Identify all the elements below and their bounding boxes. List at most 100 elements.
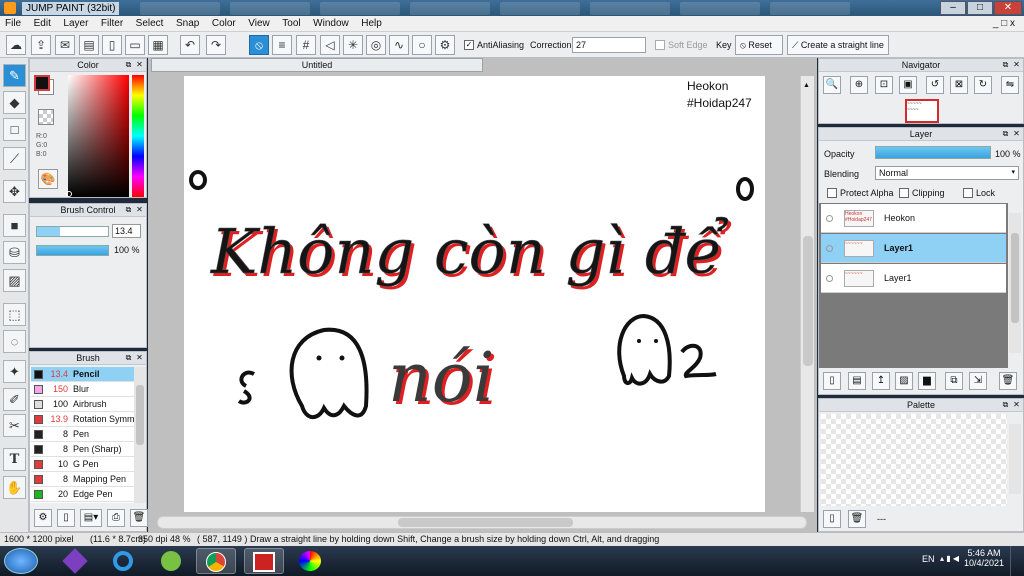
share-icon[interactable]: ⇪	[31, 35, 51, 55]
palette-scrollbar[interactable]	[1009, 424, 1021, 494]
undock-icon[interactable]: ⧉	[124, 353, 133, 362]
select-eraser-icon[interactable]: ✂	[3, 414, 26, 437]
brush-item[interactable]: 8 Pen (Sharp)	[31, 442, 134, 457]
grid-layout-icon[interactable]: ▦	[148, 35, 168, 55]
menu-tool[interactable]: Tool	[277, 16, 305, 32]
redo-icon[interactable]: ↷	[206, 35, 226, 55]
visibility-eye-icon[interactable]	[826, 275, 833, 282]
close-icon[interactable]: ✕	[135, 353, 144, 362]
rotate-right-icon[interactable]: ↻	[974, 76, 992, 94]
vertical-scroll-thumb[interactable]	[803, 236, 813, 366]
delete-brush-icon[interactable]: 🗑	[130, 509, 148, 527]
text-tool-icon[interactable]: T	[3, 448, 26, 471]
layer-scroll-thumb[interactable]	[1011, 233, 1019, 323]
folder-icon[interactable]: ▆	[918, 372, 936, 390]
scroll-up-icon[interactable]: ▲	[803, 82, 810, 89]
protect-alpha-checkbox[interactable]	[827, 188, 837, 198]
utorrent-icon[interactable]	[151, 548, 191, 574]
close-icon[interactable]: ✕	[135, 60, 144, 69]
layer-row[interactable]: ~~~~~~ Layer1	[821, 264, 1006, 293]
menu-color[interactable]: Color	[207, 16, 241, 32]
close-icon[interactable]: ✕	[1012, 129, 1021, 138]
fit-window-icon[interactable]: ⊡	[875, 76, 893, 94]
saturation-value-square[interactable]	[68, 75, 129, 197]
close-icon[interactable]: ✕	[135, 205, 144, 214]
new-brush-icon[interactable]: ▯	[57, 509, 75, 527]
curve-icon[interactable]: ∿	[389, 35, 409, 55]
browser-tab[interactable]	[320, 2, 400, 15]
delete-layer-icon[interactable]: 🗑	[999, 372, 1017, 390]
rotate-left-icon[interactable]: ↺	[926, 76, 944, 94]
chrome-icon[interactable]	[196, 548, 236, 574]
clipping-checkbox[interactable]	[899, 188, 909, 198]
brush-item[interactable]: 13.9 Rotation Symm	[31, 412, 134, 427]
brush-menu-icon[interactable]: ▤▾	[80, 509, 102, 527]
brush-item[interactable]: 100 Airbrush	[31, 397, 134, 412]
concentric-icon[interactable]: ◎	[366, 35, 386, 55]
brush-item[interactable]: 10 G Pen	[31, 457, 134, 472]
undock-icon[interactable]: ⧉	[1001, 400, 1010, 409]
menu-select[interactable]: Select	[131, 16, 169, 32]
hue-slider[interactable]	[132, 75, 144, 197]
correction-select[interactable]: 27	[572, 37, 646, 53]
brush-list-scroll-thumb[interactable]	[136, 385, 144, 445]
show-desktop-button[interactable]	[1010, 546, 1024, 576]
brush-settings-icon[interactable]: ⚙	[34, 509, 52, 527]
close-button[interactable]: ✕	[994, 1, 1022, 15]
internet-explorer-icon[interactable]	[103, 548, 143, 574]
undock-icon[interactable]: ⧉	[1001, 129, 1010, 138]
brush-item[interactable]: 20 Edge Pen	[31, 487, 134, 502]
paint-icon[interactable]	[290, 548, 330, 574]
straight-line-button[interactable]: ⟋ Create a straight line	[787, 35, 889, 55]
menu-view[interactable]: View	[243, 16, 275, 32]
fill-rect-icon[interactable]: ■	[3, 214, 26, 237]
line-tool-icon[interactable]: ⟋	[3, 147, 26, 170]
gradient-tool-icon[interactable]: ▨	[3, 269, 26, 292]
snap-settings-icon[interactable]: ⚙	[435, 35, 455, 55]
menu-snap[interactable]: Snap	[171, 16, 204, 32]
browser-tab[interactable]	[230, 2, 310, 15]
menu-file[interactable]: File	[0, 16, 26, 32]
pen-tool-icon[interactable]: ✎	[3, 64, 26, 87]
jump-paint-icon[interactable]	[244, 548, 284, 574]
horizontal-scroll-thumb[interactable]	[398, 518, 573, 527]
brush-export-icon[interactable]: ⎙	[107, 509, 125, 527]
visual-studio-icon[interactable]	[55, 548, 95, 574]
palette-swatches-area[interactable]	[821, 414, 1007, 506]
clock[interactable]: 5:46 AM 10/4/2021	[964, 548, 1004, 568]
brush-item[interactable]: 13.4 Pencil	[31, 367, 134, 382]
browser-tab[interactable]	[680, 2, 760, 15]
menu-layer[interactable]: Layer	[58, 16, 93, 32]
layer-row[interactable]: ~~~~~~ Layer1	[821, 234, 1006, 263]
bucket-tool-icon[interactable]: ⛁	[3, 241, 26, 264]
halftone-layer-icon[interactable]: ▨	[895, 372, 913, 390]
browser-tab[interactable]	[590, 2, 670, 15]
snap-off-icon[interactable]: ⦸	[249, 35, 269, 55]
lasso-icon[interactable]: ◌	[3, 330, 26, 353]
vertical-scrollbar[interactable]: ▲	[800, 76, 814, 512]
undock-icon[interactable]: ⧉	[124, 60, 133, 69]
layer-list-scrollbar[interactable]	[1009, 213, 1021, 353]
move-tool-icon[interactable]: ✥	[3, 180, 26, 203]
menu-filter[interactable]: Filter	[96, 16, 128, 32]
browser-tab[interactable]	[770, 2, 850, 15]
flip-icon[interactable]: ⇋	[1001, 76, 1019, 94]
brush-list-scrollbar[interactable]	[134, 367, 146, 503]
new-swatch-icon[interactable]: ▯	[823, 510, 841, 528]
actual-size-icon[interactable]: ▣	[899, 76, 917, 94]
rect-select-icon[interactable]: ⬚	[3, 303, 26, 326]
layer-row[interactable]: Heokon #Hoidap247 Heokon	[821, 204, 1006, 233]
undock-icon[interactable]: ⧉	[1001, 60, 1010, 69]
brush-item[interactable]: 8 Mapping Pen	[31, 472, 134, 487]
magic-wand-icon[interactable]: ✦	[3, 360, 26, 383]
minimize-button[interactable]: –	[940, 1, 966, 15]
undock-icon[interactable]: ⧉	[124, 205, 133, 214]
new-layer-icon[interactable]: ▯	[823, 372, 841, 390]
page-icon[interactable]: ▭	[125, 35, 145, 55]
menu-help[interactable]: Help	[356, 16, 387, 32]
lock-checkbox[interactable]	[963, 188, 973, 198]
visibility-eye-icon[interactable]	[826, 245, 833, 252]
radial-icon[interactable]: ✳	[343, 35, 363, 55]
circle-snap-icon[interactable]: ○	[412, 35, 432, 55]
message-icon[interactable]: ▤	[79, 35, 99, 55]
